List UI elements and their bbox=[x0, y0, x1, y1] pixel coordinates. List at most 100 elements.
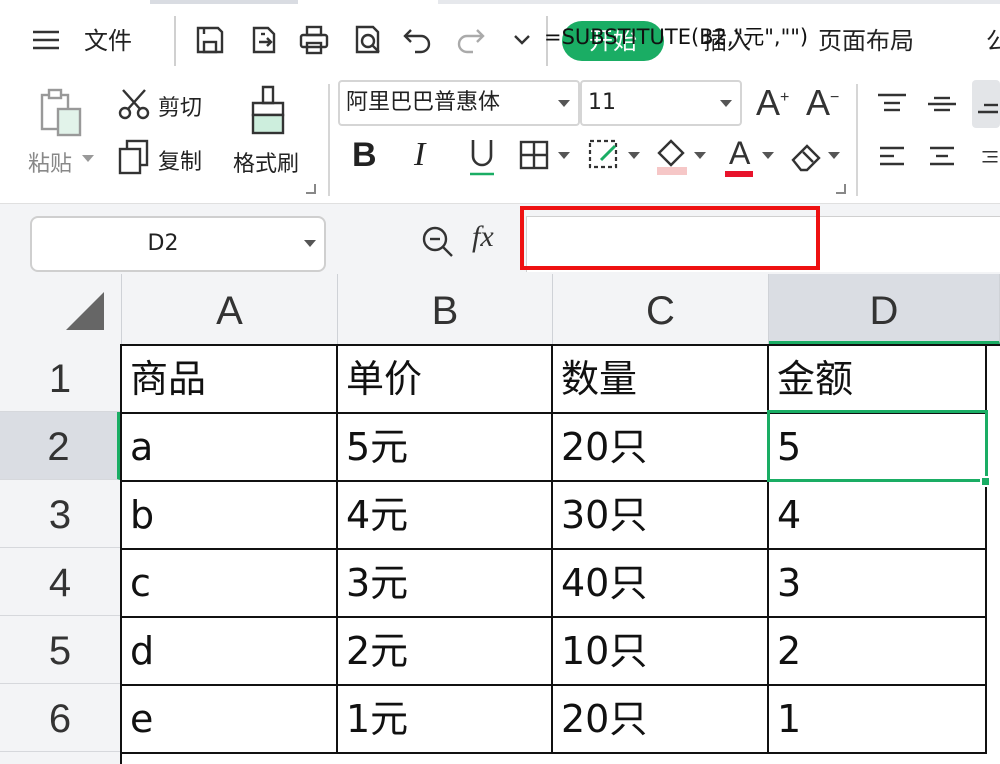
formula-bar: D2 fx bbox=[0, 204, 1000, 274]
font-color-button[interactable]: A bbox=[720, 134, 760, 180]
ribbon-toolbar: 粘贴 剪切 复制 格式刷 阿里巴巴普惠体 11 A+ A− B I A bbox=[0, 78, 1000, 204]
clipboard-group-launcher-icon[interactable] bbox=[306, 184, 316, 194]
table-cell[interactable]: 5元 bbox=[338, 414, 553, 482]
table-cell[interactable]: e bbox=[122, 686, 338, 754]
row-header-4[interactable]: 4 bbox=[0, 548, 120, 616]
font-color-swatch bbox=[725, 171, 753, 177]
copy-button[interactable]: 复制 bbox=[158, 144, 202, 176]
align-left-icon[interactable] bbox=[872, 140, 912, 176]
table-cell[interactable]: 20只 bbox=[553, 414, 769, 482]
scissors-icon[interactable] bbox=[116, 86, 152, 122]
table-cell[interactable]: 2元 bbox=[338, 618, 553, 686]
cut-button[interactable]: 剪切 bbox=[158, 90, 202, 122]
table-cell[interactable]: 30只 bbox=[553, 482, 769, 550]
table-cell[interactable]: 3元 bbox=[338, 550, 553, 618]
table-cell[interactable]: 4元 bbox=[338, 482, 553, 550]
table-cell[interactable]: 商品 bbox=[122, 346, 338, 414]
table-cell[interactable]: 数量 bbox=[553, 346, 769, 414]
table-cell[interactable]: 1 bbox=[769, 686, 987, 754]
bold-button[interactable]: B bbox=[352, 136, 377, 175]
document-tab-strip bbox=[438, 0, 1000, 4]
table-cell[interactable]: a bbox=[122, 414, 338, 482]
chevron-down-icon bbox=[304, 240, 316, 247]
align-bottom-icon[interactable] bbox=[972, 80, 1000, 128]
table-cell[interactable]: 2 bbox=[769, 618, 987, 686]
table-cell[interactable]: 20只 bbox=[553, 686, 769, 754]
row-header-6[interactable]: 6 bbox=[0, 684, 120, 752]
insert-function-button[interactable]: fx bbox=[472, 220, 494, 254]
redo-icon[interactable] bbox=[450, 20, 490, 60]
conditional-format-icon[interactable] bbox=[586, 136, 622, 174]
fill-handle[interactable] bbox=[980, 476, 991, 487]
table-cell[interactable]: 4 bbox=[769, 482, 987, 550]
column-header-a[interactable]: A bbox=[122, 274, 338, 344]
eraser-icon[interactable] bbox=[788, 136, 828, 176]
row-header-2[interactable]: 2 bbox=[0, 412, 120, 480]
copy-icon[interactable] bbox=[116, 138, 152, 176]
print-preview-icon[interactable] bbox=[348, 20, 388, 60]
chevron-down-icon[interactable] bbox=[626, 148, 642, 162]
select-all-icon bbox=[66, 292, 104, 330]
table-cell[interactable]: 1元 bbox=[338, 686, 553, 754]
column-header-b[interactable]: B bbox=[338, 274, 553, 344]
italic-button[interactable]: I bbox=[414, 136, 425, 174]
borders-icon[interactable] bbox=[516, 136, 552, 174]
font-name-select[interactable]: 阿里巴巴普惠体 bbox=[338, 80, 580, 126]
tab-page-layout[interactable]: 页面布局 bbox=[818, 22, 914, 60]
decrease-font-size-button[interactable]: A− bbox=[806, 82, 839, 124]
zoom-search-icon[interactable] bbox=[418, 222, 458, 262]
spreadsheet-grid: A B C D 1 2 3 4 5 6 商品 单价 数量 金额 a 5元 20只… bbox=[0, 274, 1000, 764]
font-group-launcher-icon[interactable] bbox=[836, 184, 846, 194]
increase-font-size-button[interactable]: A+ bbox=[756, 82, 789, 124]
table-cell[interactable]: 3 bbox=[769, 550, 987, 618]
table-cell[interactable]: 10只 bbox=[553, 618, 769, 686]
paste-dropdown-icon[interactable] bbox=[80, 148, 96, 168]
format-painter-button[interactable]: 格式刷 bbox=[233, 146, 299, 178]
paste-button-label[interactable]: 粘贴 bbox=[28, 146, 72, 178]
row-header-1[interactable]: 1 bbox=[0, 344, 120, 412]
chevron-down-icon[interactable] bbox=[760, 148, 776, 162]
ribbon-separator bbox=[856, 84, 858, 196]
table-cell[interactable]: 单价 bbox=[338, 346, 553, 414]
column-header-c[interactable]: C bbox=[553, 274, 769, 344]
font-color-glyph: A bbox=[729, 135, 751, 171]
column-header-d[interactable]: D bbox=[769, 274, 1000, 344]
name-box[interactable]: D2 bbox=[30, 216, 326, 272]
file-menu[interactable]: 文件 bbox=[84, 22, 132, 60]
select-all-corner[interactable] bbox=[0, 274, 122, 344]
menu-bar: 文件 开始 插入 页面布局 公 bbox=[0, 0, 1000, 78]
align-right-icon[interactable] bbox=[980, 140, 1000, 176]
save-icon[interactable] bbox=[190, 20, 230, 60]
menu-separator bbox=[174, 16, 176, 66]
table-cell[interactable]: 金额 bbox=[769, 346, 987, 414]
document-tab-indicator bbox=[150, 0, 298, 4]
align-top-icon[interactable] bbox=[872, 86, 912, 122]
undo-icon[interactable] bbox=[398, 20, 438, 60]
table-cell[interactable]: b bbox=[122, 482, 338, 550]
align-middle-icon[interactable] bbox=[922, 86, 962, 122]
fill-color-icon[interactable] bbox=[652, 134, 692, 178]
font-size-select[interactable]: 11 bbox=[580, 80, 742, 126]
export-icon[interactable] bbox=[244, 20, 284, 60]
print-icon[interactable] bbox=[294, 20, 334, 60]
active-cell-selection bbox=[767, 410, 988, 482]
chevron-down-icon[interactable] bbox=[826, 148, 842, 162]
hamburger-icon[interactable] bbox=[26, 20, 66, 60]
chevron-down-icon[interactable] bbox=[556, 148, 572, 162]
row-header-5[interactable]: 5 bbox=[0, 616, 120, 684]
table-cell[interactable]: 40只 bbox=[553, 550, 769, 618]
chevron-down-icon[interactable] bbox=[692, 148, 708, 162]
customize-dropdown-icon[interactable] bbox=[502, 20, 542, 60]
ribbon-separator bbox=[328, 84, 330, 196]
tab-formulas-partial[interactable]: 公 bbox=[986, 22, 1000, 60]
table-cell[interactable]: d bbox=[122, 618, 338, 686]
formula-text: =SUBSTITUTE(B2,"元","") bbox=[544, 25, 809, 49]
paste-icon[interactable] bbox=[34, 84, 88, 140]
align-center-icon[interactable] bbox=[922, 140, 962, 176]
format-painter-icon[interactable] bbox=[244, 82, 294, 140]
chevron-down-icon bbox=[558, 100, 570, 107]
table-cell[interactable]: c bbox=[122, 550, 338, 618]
name-box-value: D2 bbox=[147, 231, 179, 256]
underline-button[interactable] bbox=[462, 134, 502, 180]
row-header-3[interactable]: 3 bbox=[0, 480, 120, 548]
